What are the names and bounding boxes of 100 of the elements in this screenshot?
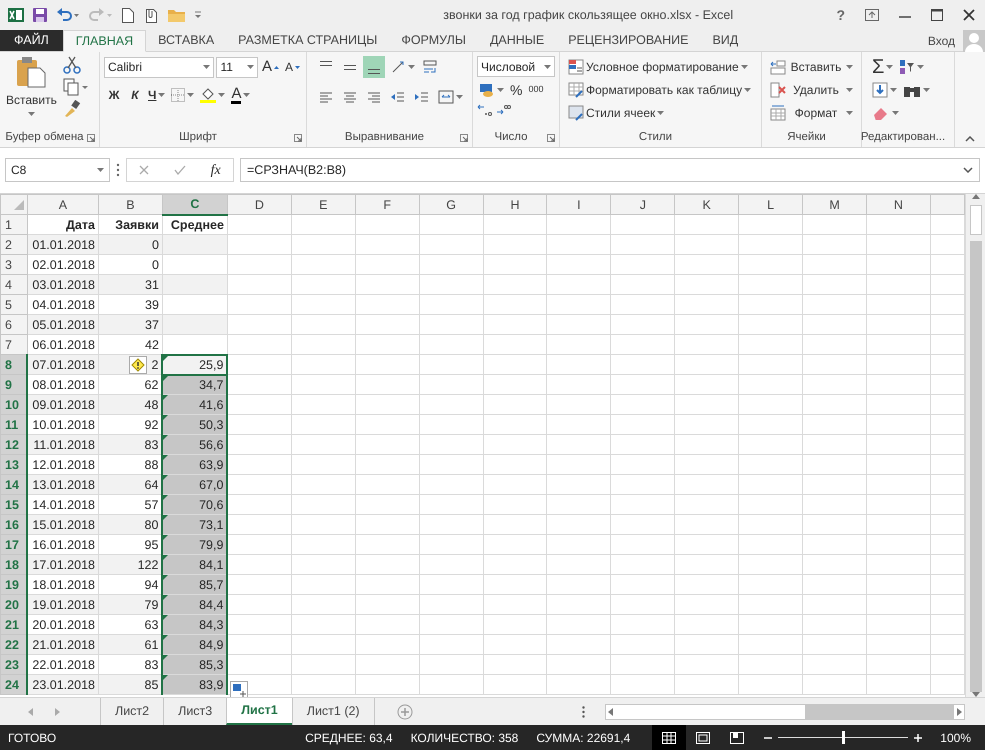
row-header[interactable]: 5: [0, 294, 28, 314]
row-header[interactable]: 22: [0, 634, 28, 654]
column-header[interactable]: B: [98, 194, 162, 214]
new-document-icon[interactable]: [122, 8, 134, 22]
dialog-launcher-icon[interactable]: [294, 134, 302, 142]
grow-font-button[interactable]: A: [260, 56, 281, 78]
column-header[interactable]: A: [27, 194, 98, 214]
align-bottom-button[interactable]: [363, 56, 385, 78]
percent-button[interactable]: %: [508, 79, 524, 101]
column-header[interactable]: C: [162, 194, 228, 214]
ribbon-tab[interactable]: РАЗМЕТКА СТРАНИЦЫ: [226, 30, 390, 51]
font-name-field[interactable]: Calibri: [104, 56, 214, 78]
document-clip-icon[interactable]: [143, 8, 159, 22]
row-header[interactable]: 13: [0, 454, 28, 474]
bold-button[interactable]: Ж: [104, 84, 124, 106]
increase-decimal-icon[interactable]: [477, 103, 493, 117]
styles-menu-button[interactable]: Стили ячеек: [566, 102, 757, 124]
ribbon-tab[interactable]: ГЛАВНАЯ: [62, 30, 146, 52]
maximize-icon[interactable]: [931, 9, 943, 21]
row-header[interactable]: 21: [0, 614, 28, 634]
normal-view-button[interactable]: [652, 725, 686, 750]
name-box[interactable]: C8: [5, 158, 110, 182]
column-header[interactable]: F: [355, 194, 420, 214]
row-header[interactable]: 4: [0, 274, 28, 294]
ribbon-tab[interactable]: ВИД: [700, 30, 750, 51]
zoom-level[interactable]: 100%: [940, 728, 971, 746]
dialog-launcher-icon[interactable]: [547, 134, 555, 142]
italic-button[interactable]: К: [126, 84, 144, 106]
column-header[interactable]: L: [738, 194, 803, 214]
underline-button[interactable]: Ч: [146, 84, 168, 106]
row-header[interactable]: 19: [0, 574, 28, 594]
more-options-icon[interactable]: [582, 706, 585, 718]
row-header[interactable]: 23: [0, 654, 28, 674]
row-header[interactable]: 11: [0, 414, 28, 434]
customize-caret-icon[interactable]: [194, 11, 202, 19]
row-header[interactable]: 1: [0, 214, 28, 234]
undo-icon[interactable]: [56, 8, 80, 22]
copy-icon[interactable]: [62, 78, 89, 96]
sign-in-link[interactable]: Вход: [928, 32, 955, 50]
column-header[interactable]: J: [610, 194, 675, 214]
dialog-launcher-icon[interactable]: [87, 134, 95, 142]
column-header[interactable]: H: [483, 194, 547, 214]
row-header[interactable]: 3: [0, 254, 28, 274]
ribbon-tab[interactable]: ФОРМУЛЫ: [389, 30, 478, 51]
zoom-slider-thumb[interactable]: [842, 731, 846, 744]
close-icon[interactable]: [963, 9, 975, 21]
more-options-icon[interactable]: [116, 163, 120, 177]
paste-button[interactable]: Вставить: [4, 56, 59, 126]
font-size-field[interactable]: 11: [216, 56, 258, 78]
styles-menu-button[interactable]: Форматировать как таблицу: [566, 79, 757, 101]
expand-icon[interactable]: [963, 167, 973, 173]
collapse-ribbon-icon[interactable]: [965, 136, 975, 142]
row-header[interactable]: 8: [0, 354, 28, 374]
save-icon[interactable]: [33, 8, 47, 22]
row-header[interactable]: 20: [0, 594, 28, 614]
column-header[interactable]: I: [546, 194, 611, 214]
ribbon-tab[interactable]: ФАЙЛ: [0, 30, 63, 51]
ribbon-display-icon[interactable]: [865, 9, 879, 21]
row-header[interactable]: 15: [0, 494, 28, 514]
paste-options-icon[interactable]: [230, 681, 248, 697]
help-button[interactable]: ?: [836, 4, 845, 26]
column-header[interactable]: M: [802, 194, 866, 214]
row-header[interactable]: 6: [0, 314, 28, 334]
column-header[interactable]: K: [674, 194, 739, 214]
formula-input[interactable]: =СРЗНАЧ(B2:B8): [240, 158, 980, 182]
column-header[interactable]: D: [227, 194, 292, 214]
row-header[interactable]: 16: [0, 514, 28, 534]
column-header[interactable]: N: [866, 194, 930, 214]
number-format-field[interactable]: Числовой: [477, 56, 555, 77]
scrollbar-thumb[interactable]: [970, 205, 982, 235]
font-color-button[interactable]: A: [229, 84, 252, 106]
insert-function-button[interactable]: fx: [210, 160, 221, 180]
zoom-in-icon[interactable]: [914, 734, 922, 742]
row-header[interactable]: 7: [0, 334, 28, 354]
row-header[interactable]: 17: [0, 534, 28, 554]
dialog-launcher-icon[interactable]: [460, 134, 468, 142]
warning-icon[interactable]: [128, 356, 147, 374]
row-header[interactable]: 10: [0, 394, 28, 414]
scroll-up-icon[interactable]: [972, 194, 980, 199]
format-painter-icon[interactable]: [62, 100, 81, 118]
ribbon-tab[interactable]: РЕЦЕНЗИРОВАНИЕ: [556, 30, 700, 51]
row-header[interactable]: 2: [0, 234, 28, 254]
cells-menu-button[interactable]: Формат: [768, 102, 857, 124]
scroll-left-icon[interactable]: [606, 708, 616, 716]
row-header[interactable]: 18: [0, 554, 28, 574]
styles-menu-button[interactable]: Условное форматирование: [566, 56, 757, 78]
row-header[interactable]: 14: [0, 474, 28, 494]
scroll-right-icon[interactable]: [954, 708, 964, 716]
ribbon-tab[interactable]: ВСТАВКА: [146, 30, 226, 51]
decrease-decimal-icon[interactable]: [495, 103, 511, 117]
row-header[interactable]: 12: [0, 434, 28, 454]
autosum-button[interactable]: Σ: [870, 56, 896, 78]
shrink-font-button[interactable]: A: [282, 56, 302, 78]
cells-menu-button[interactable]: Вставить: [768, 56, 857, 78]
column-header[interactable]: E: [291, 194, 356, 214]
row-header[interactable]: 24: [0, 674, 28, 694]
cut-icon[interactable]: [62, 56, 81, 74]
thousands-button[interactable]: 000: [526, 79, 546, 101]
cells-menu-button[interactable]: Удалить: [768, 79, 857, 101]
column-header[interactable]: G: [419, 194, 484, 214]
